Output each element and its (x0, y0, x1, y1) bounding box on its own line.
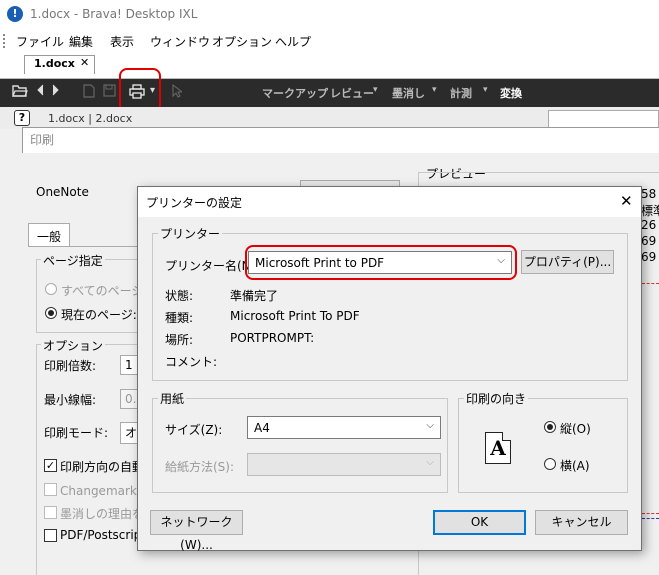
chevron-down-icon: ⌵ (426, 457, 434, 468)
menu-help[interactable]: ヘルプ (275, 33, 311, 50)
page-corner-icon (502, 432, 511, 441)
printer-group-title: プリンター (158, 225, 223, 242)
paper-source-label: 給紙方法(S): (165, 460, 235, 474)
current-page-radio[interactable] (45, 307, 57, 319)
redact-reason-label: 墨消しの理由を (60, 507, 140, 521)
tab-general-label: 一般 (37, 230, 62, 244)
orientation-group-title: 印刷の向き (464, 390, 529, 407)
print-scale-label: 印刷倍数: (44, 359, 97, 373)
new-page-icon (83, 84, 95, 102)
preview-value: 26 (641, 218, 657, 232)
window-title: 1.docx - Brava! Desktop IXL (30, 7, 198, 21)
print-dialog-title: 印刷 (30, 133, 55, 147)
redact-dropdown-icon[interactable]: ▾ (432, 85, 437, 95)
redact-reason-checkbox[interactable] (44, 506, 57, 519)
cancel-button[interactable]: キャンセル (535, 510, 628, 535)
portrait-label: 縦(O) (560, 422, 591, 436)
portrait-radio[interactable] (544, 421, 556, 433)
changemark-checkbox[interactable] (44, 483, 57, 496)
all-pages-radio[interactable] (45, 283, 57, 295)
printer-select-highlight (245, 245, 517, 280)
menu-view[interactable]: 表示 (110, 33, 134, 50)
pdf-postscript-label: PDF/Postscript (60, 528, 140, 542)
pdf-postscript-checkbox[interactable] (44, 529, 57, 542)
auto-orient-label: 印刷方向の自動 (60, 460, 140, 474)
arrow-left-icon[interactable] (36, 84, 44, 100)
cursor-icon (172, 83, 184, 102)
toolbar-redact[interactable]: 墨消し (392, 85, 425, 101)
orientation-group (458, 398, 628, 493)
app-icon: ! (7, 6, 23, 22)
paper-group (152, 398, 448, 493)
open-documents-list[interactable]: 1.docx | 2.docx (48, 112, 132, 125)
current-page-label: 現在のページ: (61, 308, 137, 322)
toolbar-markup[interactable]: マークアップ (262, 85, 328, 101)
toolbar-measure[interactable]: 計測 (450, 85, 472, 101)
arrow-right-icon[interactable] (52, 84, 60, 100)
save-icon (103, 84, 116, 101)
document-tab-bar (0, 53, 659, 79)
printer-setup-title: プリンターの設定 (146, 196, 243, 210)
menu-grip-icon (3, 34, 6, 48)
menu-options[interactable]: オプション (212, 33, 272, 50)
paper-group-title: 用紙 (158, 390, 187, 407)
close-tab-icon[interactable]: ✕ (80, 56, 89, 69)
menu-window[interactable]: ウィンドウ (150, 33, 210, 50)
changemark-label: Changemarkを (60, 484, 140, 498)
status-label: 状態: (165, 289, 194, 303)
landscape-label: 横(A) (560, 459, 590, 473)
all-pages-label: すべてのページ (61, 284, 144, 298)
folder-open-icon[interactable] (12, 84, 28, 102)
preview-value: 69 (641, 250, 657, 264)
preview-value: 69 (641, 234, 657, 248)
location-label: 場所: (165, 333, 194, 347)
menu-edit[interactable]: 編集 (69, 33, 93, 50)
paper-source-select[interactable]: ⌵ (247, 453, 441, 476)
page-range-title: ページ指定 (41, 252, 105, 269)
preview-dash-line (642, 283, 659, 284)
status-value: 準備完了 (230, 289, 279, 303)
paper-size-value: A4 (254, 421, 270, 435)
comment-label: コメント: (165, 355, 218, 369)
document-tab-label: 1.docx (34, 57, 75, 70)
paper-size-select[interactable]: A4 ⌵ (247, 416, 441, 439)
printer-name-label: OneNote (36, 185, 89, 199)
network-button[interactable]: ネットワーク(W)... (150, 510, 243, 552)
menu-bar (0, 29, 659, 53)
preview-dash-line (642, 518, 659, 519)
properties-button[interactable]: プロパティ(P)... (521, 250, 614, 274)
search-input[interactable] (548, 110, 659, 128)
location-value: PORTPROMPT: (230, 331, 315, 345)
preview-value: 58 (641, 187, 657, 201)
auto-orient-checkbox[interactable]: ✓ (44, 459, 57, 472)
print-mode-label: 印刷モード: (44, 426, 109, 440)
review-dropdown-icon[interactable]: ▾ (373, 85, 378, 95)
chevron-down-icon: ⌵ (426, 420, 434, 431)
type-value: Microsoft Print To PDF (230, 309, 360, 323)
options-title: オプション (41, 337, 106, 354)
menu-file[interactable]: ファイル (16, 33, 64, 50)
min-line-width-label: 最小線幅: (44, 393, 97, 407)
paper-size-label: サイズ(Z): (165, 423, 223, 437)
measure-dropdown-icon[interactable]: ▾ (483, 85, 488, 95)
close-icon[interactable]: ✕ (620, 192, 633, 210)
toolbar-transform[interactable]: 変換 (500, 85, 522, 101)
type-label: 種類: (165, 311, 194, 325)
toolbar-review[interactable]: レビュー (330, 85, 374, 101)
preview-text: 標準 (641, 204, 659, 218)
ok-button[interactable]: OK (433, 510, 526, 535)
landscape-radio[interactable] (544, 458, 556, 470)
help-icon[interactable]: ? (14, 110, 30, 126)
preview-dash-line (642, 513, 659, 514)
